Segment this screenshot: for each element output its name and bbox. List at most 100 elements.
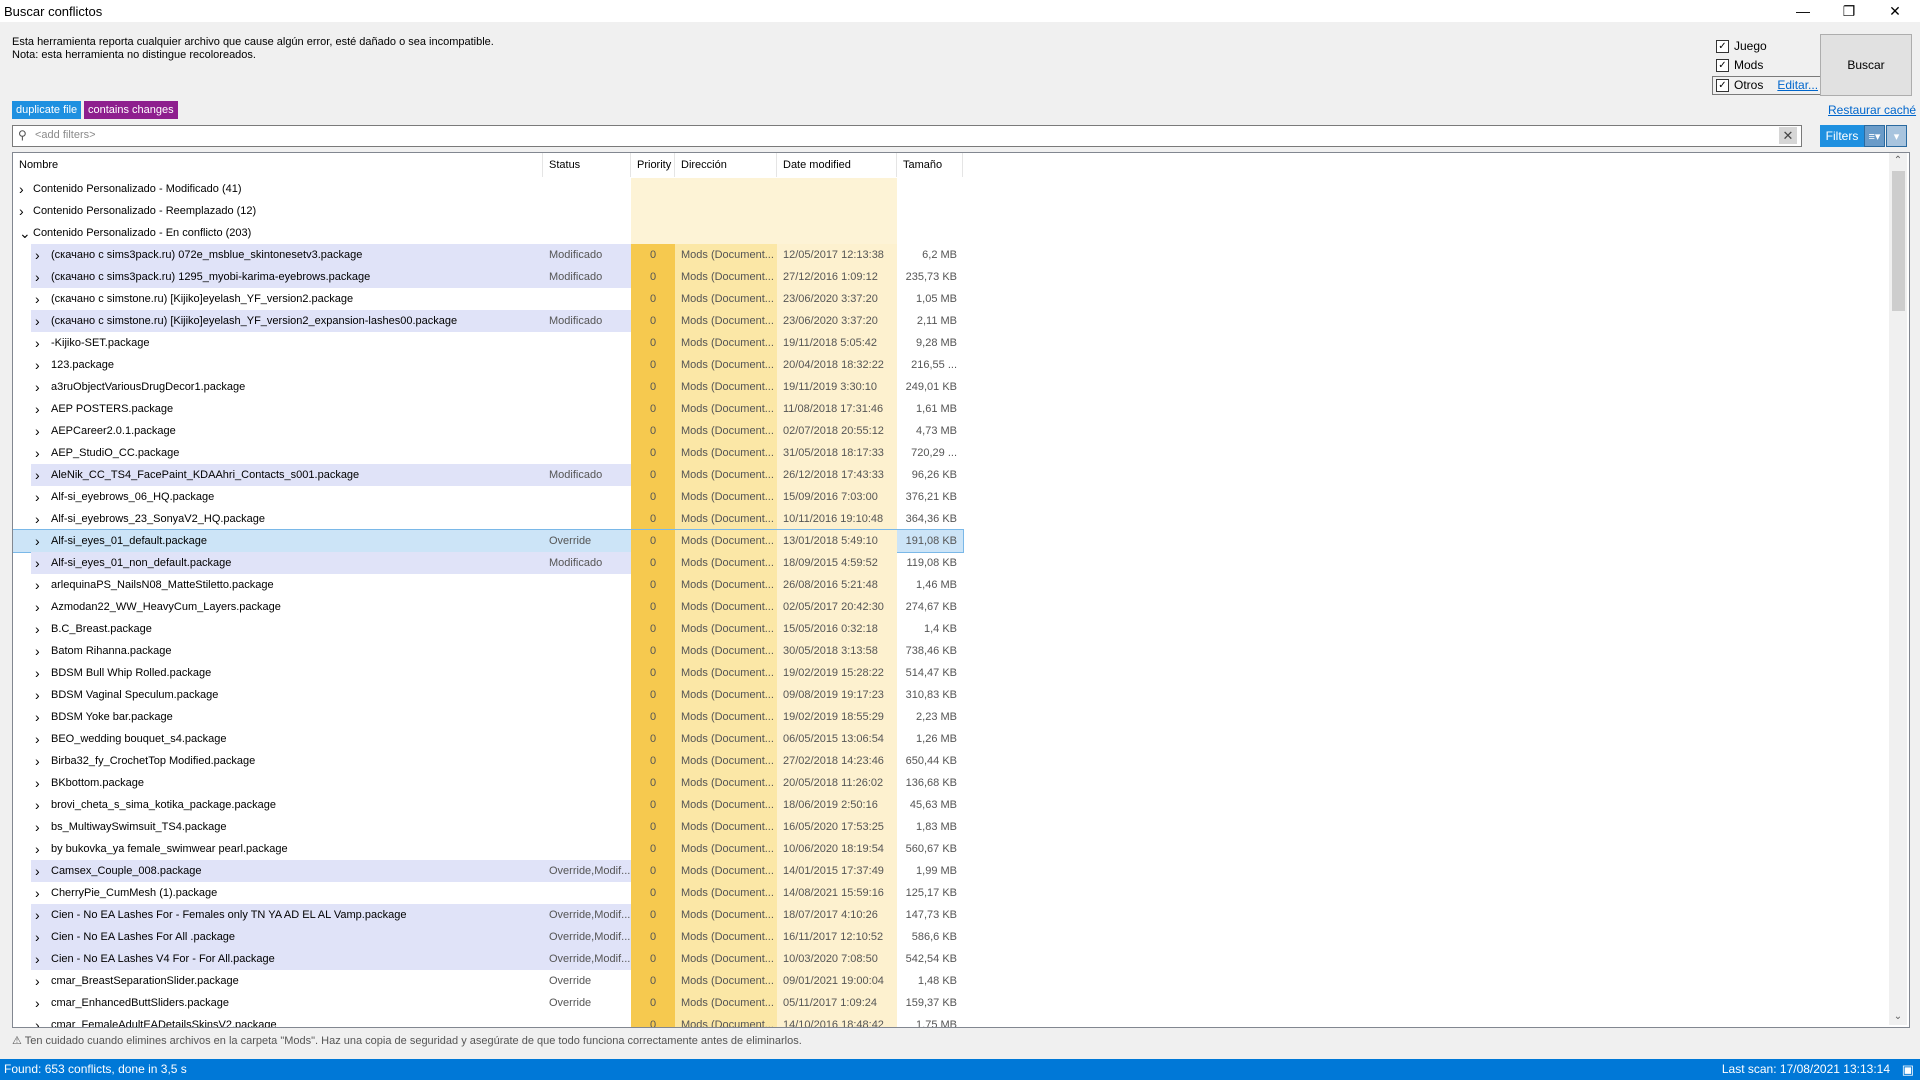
chevron-right-icon[interactable]: › [35,288,47,310]
chevron-right-icon[interactable]: › [35,794,47,816]
table-row[interactable]: › Azmodan22_WW_HeavyCum_Layers.package 0 Mo… [13,596,963,618]
mods-checkbox[interactable]: ✓ Mods [1716,57,1763,73]
table-row[interactable]: › BKbottom.package 0 Mods (Document... 20/05… [13,772,963,794]
vertical-scrollbar[interactable]: ⌃ ⌄ [1889,153,1907,1025]
chevron-right-icon[interactable]: › [35,618,47,640]
save-icon[interactable]: ▣ [1902,1059,1914,1080]
table-row[interactable]: › a3ruObjectVariousDrugDecor1.package 0 Mod… [13,376,963,398]
table-row[interactable]: › cmar_EnhancedButtSliders.package Overrid… [13,992,963,1014]
otros-checkbox[interactable]: ✓ Otros Editar... [1716,77,1818,93]
chevron-right-icon[interactable]: › [35,530,47,552]
table-row[interactable]: › arlequinaPS_NailsN08_MatteStiletto.pack… [13,574,963,596]
chevron-right-icon[interactable]: › [35,904,47,926]
chevron-right-icon[interactable]: › [35,750,47,772]
table-row[interactable]: › Cien - No EA Lashes V4 For - For All.pa… [13,948,963,970]
table-row[interactable]: › BDSM Yoke bar.package 0 Mods (Document...… [13,706,963,728]
clear-icon[interactable]: ✕ [1779,127,1797,144]
chevron-right-icon[interactable]: › [35,464,47,486]
minimize-icon[interactable]: — [1780,0,1826,22]
chevron-right-icon[interactable]: › [35,706,47,728]
scroll-down-icon[interactable]: ⌄ [1889,1009,1907,1025]
chevron-right-icon[interactable]: › [19,200,31,222]
chevron-right-icon[interactable]: › [35,398,47,420]
table-row[interactable]: › Cien - No EA Lashes For - Females only … [13,904,963,926]
table-row[interactable]: › AEP POSTERS.package 0 Mods (Document... 11… [13,398,963,420]
chevron-right-icon[interactable]: › [35,332,47,354]
table-row[interactable]: › CherryPie_CumMesh (1).package 0 Mods (Doc… [13,882,963,904]
buscar-button[interactable]: Buscar [1820,34,1912,96]
chevron-right-icon[interactable]: › [35,354,47,376]
col-header-priority[interactable]: Priority [631,153,675,177]
group-row[interactable]: › Contenido Personalizado - Modificado (4… [13,178,963,200]
filter-sort-icon[interactable]: ≡▾ [1864,125,1885,147]
table-row[interactable]: › (скачано с sims3pack.ru) 072e_msblue_sk… [13,244,963,266]
filter-clear-icon[interactable]: ▾ [1886,125,1907,147]
table-row[interactable]: › (скачано с simstone.ru) [Kijiko]eyelash… [13,310,963,332]
chevron-right-icon[interactable]: › [35,838,47,860]
chevron-right-icon[interactable]: › [35,310,47,332]
table-row[interactable]: › AleNik_CC_TS4_FacePaint_KDAAhri_Contact… [13,464,963,486]
chevron-right-icon[interactable]: › [35,640,47,662]
table-row[interactable]: › BDSM Vaginal Speculum.package 0 Mods (Doc… [13,684,963,706]
chevron-right-icon[interactable]: › [35,508,47,530]
chevron-right-icon[interactable]: › [35,376,47,398]
table-row[interactable]: › AEPCareer2.0.1.package 0 Mods (Document..… [13,420,963,442]
chevron-right-icon[interactable]: › [35,684,47,706]
chevron-right-icon[interactable]: › [35,420,47,442]
table-row[interactable]: › BEO_wedding bouquet_s4.package 0 Mods (Do… [13,728,963,750]
chevron-right-icon[interactable]: › [35,662,47,684]
filters-button[interactable]: Filters [1820,125,1864,147]
table-row[interactable]: › Alf-si_eyebrows_23_SonyaV2_HQ.package 0 M… [13,508,963,530]
chevron-right-icon[interactable]: › [35,486,47,508]
chevron-right-icon[interactable]: › [35,552,47,574]
table-row[interactable]: › -Kijiko-SET.package 0 Mods (Document... 19… [13,332,963,354]
table-row[interactable]: › BDSM Bull Whip Rolled.package 0 Mods (Doc… [13,662,963,684]
table-row[interactable]: › AEP_StudiO_CC.package 0 Mods (Document...… [13,442,963,464]
table-row[interactable]: › Camsex_Couple_008.package Override,Modif… [13,860,963,882]
table-row[interactable]: › Alf-si_eyes_01_default.package Override 0… [13,529,964,553]
table-row[interactable]: › by bukovka_ya female_swimwear pearl.pac… [13,838,963,860]
chevron-right-icon[interactable]: › [35,596,47,618]
table-row[interactable]: › cmar_BreastSeparationSlider.package Over… [13,970,963,992]
juego-checkbox[interactable]: ✓ Juego [1716,38,1767,54]
close-icon[interactable]: ✕ [1872,0,1918,22]
table-row[interactable]: › Alf-si_eyes_01_non_default.package Modif… [13,552,963,574]
chevron-down-icon[interactable]: ⌄ [19,222,31,244]
col-header-direccion[interactable]: Dirección [675,153,777,177]
chevron-right-icon[interactable]: › [19,178,31,200]
col-header-status[interactable]: Status [543,153,631,177]
table-row[interactable]: › Cien - No EA Lashes For All .package Ove… [13,926,963,948]
table-row[interactable]: › cmar_FemaleAdultEADetailsSkinsV2.packag… [13,1014,963,1027]
chevron-right-icon[interactable]: › [35,442,47,464]
chevron-right-icon[interactable]: › [35,266,47,288]
col-header-size[interactable]: Tamaño [897,153,963,177]
chevron-right-icon[interactable]: › [35,948,47,970]
col-header-date[interactable]: Date modified [777,153,897,177]
filter-input[interactable]: ⚲ <add filters> ✕ [12,125,1802,147]
chevron-right-icon[interactable]: › [35,860,47,882]
table-row[interactable]: › Alf-si_eyebrows_06_HQ.package 0 Mods (Doc… [13,486,963,508]
table-row[interactable]: › (скачано с sims3pack.ru) 1295_myobi-kar… [13,266,963,288]
table-row[interactable]: › Birba32_fy_CrochetTop Modified.package 0… [13,750,963,772]
editar-link[interactable]: Editar... [1777,78,1818,92]
chevron-right-icon[interactable]: › [35,816,47,838]
table-row[interactable]: › Batom Rihanna.package 0 Mods (Document...… [13,640,963,662]
table-row[interactable]: › bs_MultiwaySwimsuit_TS4.package 0 Mods (D… [13,816,963,838]
group-row[interactable]: ⌄ Contenido Personalizado - En conflicto … [13,222,963,244]
tag-contains-changes[interactable]: contains changes [84,101,178,119]
scroll-thumb[interactable] [1892,171,1905,311]
chevron-right-icon[interactable]: › [35,1014,47,1027]
chevron-right-icon[interactable]: › [35,772,47,794]
chevron-right-icon[interactable]: › [35,574,47,596]
group-row[interactable]: › Contenido Personalizado - Reemplazado (… [13,200,963,222]
table-row[interactable]: › 123.package 0 Mods (Document... 20/04/2018… [13,354,963,376]
chevron-right-icon[interactable]: › [35,882,47,904]
scroll-up-icon[interactable]: ⌃ [1889,153,1907,169]
chevron-right-icon[interactable]: › [35,970,47,992]
table-row[interactable]: › (скачано с simstone.ru) [Kijiko]eyelash… [13,288,963,310]
chevron-right-icon[interactable]: › [35,992,47,1014]
chevron-right-icon[interactable]: › [35,926,47,948]
chevron-right-icon[interactable]: › [35,728,47,750]
table-row[interactable]: › brovi_cheta_s_sima_kotika_package.packa… [13,794,963,816]
chevron-right-icon[interactable]: › [35,244,47,266]
